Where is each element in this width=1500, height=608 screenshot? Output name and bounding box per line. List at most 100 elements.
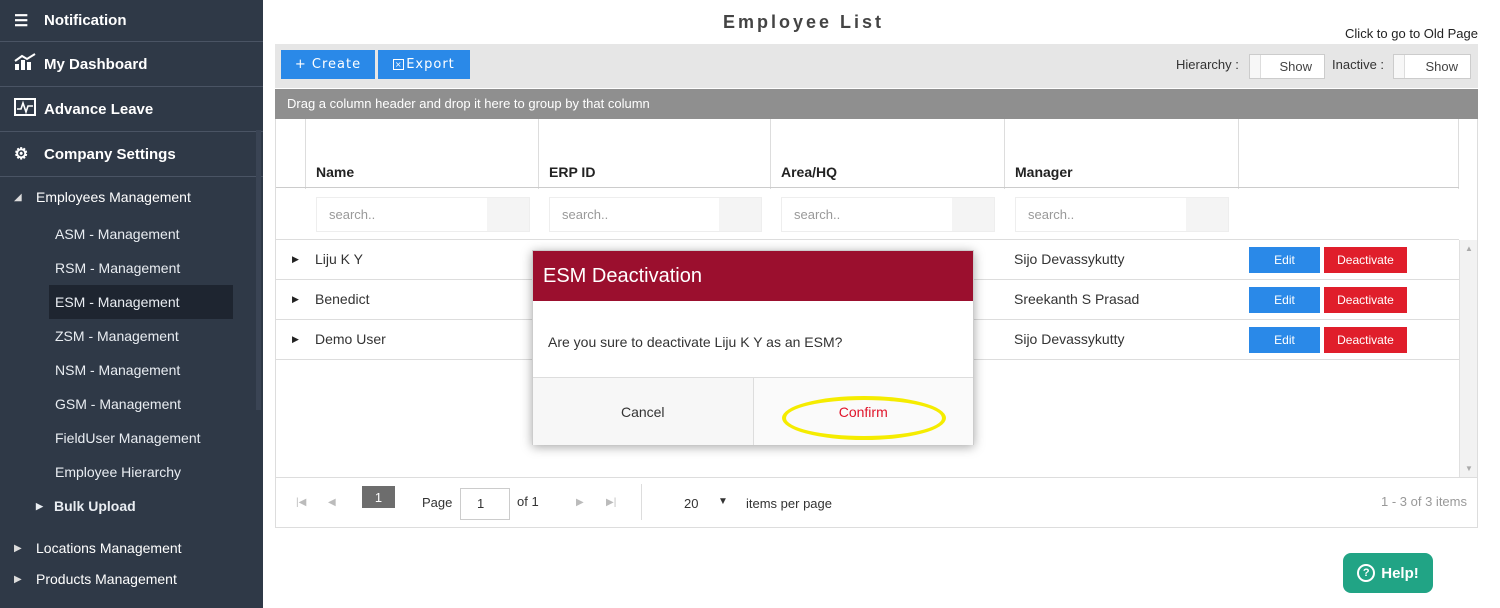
last-page-icon[interactable]: ▶| bbox=[606, 497, 616, 508]
sidebar-item-company-settings[interactable]: ⚙ Company Settings bbox=[0, 132, 263, 177]
sidebar-item-my-dashboard[interactable]: My Dashboard bbox=[0, 42, 263, 87]
sidebar-item-rsm[interactable]: RSM - Management bbox=[0, 251, 263, 285]
next-page-icon[interactable]: ▶ bbox=[576, 497, 584, 508]
grid-scrollbar[interactable]: ▲ ▼ bbox=[1459, 240, 1477, 477]
edit-button[interactable]: Edit bbox=[1249, 327, 1320, 353]
page-size-select[interactable]: 20 bbox=[684, 496, 698, 511]
gears-icon: ⚙ bbox=[14, 146, 29, 163]
hierarchy-toggle[interactable]: Show bbox=[1249, 54, 1325, 79]
column-header-label: Name bbox=[316, 164, 355, 180]
search-area-input[interactable]: search.. bbox=[781, 197, 995, 232]
sidebar-item-label: Notification bbox=[44, 12, 127, 29]
cell-manager: Sijo Devassykutty bbox=[1014, 331, 1125, 347]
page-title: Employee List bbox=[723, 12, 885, 32]
sidebar-item-label: My Dashboard bbox=[44, 55, 148, 73]
toolbar: + Create × Export Hierarchy : Show Inacti… bbox=[275, 44, 1478, 88]
page-of-label: of 1 bbox=[517, 494, 539, 509]
sidebar-scrollbar[interactable] bbox=[256, 130, 261, 410]
sidebar-group-label: Employees Management bbox=[36, 189, 191, 205]
sidebar-item-employee-hierarchy[interactable]: Employee Hierarchy bbox=[0, 455, 263, 489]
help-button[interactable]: ? Help! bbox=[1343, 553, 1433, 593]
cell-name: Demo User bbox=[315, 331, 386, 347]
header-expand-cell bbox=[276, 119, 306, 189]
pager: |◀ ◀ 1 Page 1 of 1 ▶ ▶| 20 ▼ items per p… bbox=[276, 477, 1477, 527]
export-icon: × bbox=[393, 59, 405, 70]
first-page-icon[interactable]: |◀ bbox=[296, 497, 306, 508]
column-header-name[interactable]: Name bbox=[306, 119, 539, 189]
scroll-down-icon[interactable]: ▼ bbox=[1465, 464, 1473, 473]
pager-divider bbox=[641, 484, 642, 520]
highlight-ellipse bbox=[782, 396, 946, 440]
column-header-label: ERP ID bbox=[549, 164, 596, 180]
inactive-label: Inactive : bbox=[1332, 57, 1385, 72]
sidebar-item-esm[interactable]: ESM - Management bbox=[49, 285, 233, 319]
edit-button[interactable]: Edit bbox=[1249, 287, 1320, 313]
chevron-down-icon[interactable]: ▼ bbox=[718, 496, 728, 507]
deactivate-button[interactable]: Deactivate bbox=[1324, 247, 1407, 273]
sidebar-item-advance-leave[interactable]: Advance Leave bbox=[0, 87, 263, 132]
filter-row: search.. search.. search.. search.. bbox=[276, 188, 1459, 240]
current-page-button[interactable]: 1 bbox=[362, 486, 395, 508]
help-label: Help! bbox=[1381, 564, 1419, 582]
group-drop-area[interactable]: Drag a column header and drop it here to… bbox=[275, 89, 1478, 119]
column-header-manager[interactable]: Manager bbox=[1005, 119, 1239, 189]
cell-manager: Sijo Devassykutty bbox=[1014, 251, 1125, 267]
export-label: Export bbox=[406, 57, 455, 72]
column-header-area-hq[interactable]: Area/HQ bbox=[771, 119, 1005, 189]
sidebar-group-employees-management[interactable]: ◢ Employees Management bbox=[0, 177, 263, 217]
expand-row-icon[interactable]: ▶ bbox=[292, 254, 299, 265]
notification-list-icon: ☰ bbox=[14, 12, 29, 30]
pager-info: 1 - 3 of 3 items bbox=[1381, 494, 1467, 509]
expand-row-icon[interactable]: ▶ bbox=[292, 334, 299, 345]
cell-name: Liju K Y bbox=[315, 251, 363, 267]
column-header-label: Manager bbox=[1015, 164, 1073, 180]
column-header-actions bbox=[1239, 119, 1459, 189]
sidebar-item-nsm[interactable]: NSM - Management bbox=[0, 353, 263, 387]
caret-right-icon: ▶ bbox=[14, 573, 22, 585]
sidebar: ☰ Notification My Dashboard Advance Leav… bbox=[0, 0, 263, 608]
sidebar-item-asm[interactable]: ASM - Management bbox=[0, 217, 263, 251]
cell-name: Benedict bbox=[315, 291, 370, 307]
page-number-input[interactable]: 1 bbox=[460, 488, 510, 520]
caret-right-icon: ▶ bbox=[14, 542, 22, 554]
cancel-button[interactable]: Cancel bbox=[533, 378, 754, 445]
column-header-label: Area/HQ bbox=[781, 164, 838, 180]
sidebar-item-notification[interactable]: ☰ Notification bbox=[0, 0, 263, 42]
search-manager-input[interactable]: search.. bbox=[1015, 197, 1229, 232]
deactivate-button[interactable]: Deactivate bbox=[1324, 327, 1407, 353]
page-label: Page bbox=[422, 495, 453, 510]
create-button[interactable]: + Create bbox=[281, 50, 375, 79]
hierarchy-label: Hierarchy : bbox=[1176, 57, 1239, 72]
caret-down-icon: ◢ bbox=[14, 191, 22, 203]
dashboard-chart-icon bbox=[14, 52, 44, 76]
column-header-erp-id[interactable]: ERP ID bbox=[539, 119, 771, 189]
sidebar-item-label: Advance Leave bbox=[44, 100, 154, 118]
cell-manager: Sreekanth S Prasad bbox=[1014, 291, 1140, 307]
export-button[interactable]: × Export bbox=[378, 50, 470, 79]
items-per-page-label: items per page bbox=[746, 496, 832, 511]
inactive-toggle[interactable]: Show bbox=[1393, 54, 1471, 79]
sidebar-group-locations[interactable]: ▶ Locations Management bbox=[0, 523, 263, 567]
leave-pulse-icon bbox=[14, 97, 44, 121]
sidebar-item-fielduser[interactable]: FieldUser Management bbox=[0, 421, 263, 455]
sidebar-item-gsm[interactable]: GSM - Management bbox=[0, 387, 263, 421]
search-name-input[interactable]: search.. bbox=[316, 197, 530, 232]
sidebar-item-label: Bulk Upload bbox=[54, 498, 136, 514]
sidebar-group-label: Locations Management bbox=[36, 540, 182, 556]
modal-message: Are you sure to deactivate Liju K Y as a… bbox=[533, 301, 973, 378]
sidebar-item-bulk-upload[interactable]: ▶ Bulk Upload bbox=[0, 489, 263, 523]
expand-row-icon[interactable]: ▶ bbox=[292, 294, 299, 305]
sidebar-item-zsm[interactable]: ZSM - Management bbox=[0, 319, 263, 353]
sidebar-group-products[interactable]: ▶ Products Management bbox=[0, 567, 263, 591]
sidebar-item-label: Company Settings bbox=[44, 145, 176, 163]
prev-page-icon[interactable]: ◀ bbox=[328, 497, 336, 508]
deactivate-button[interactable]: Deactivate bbox=[1324, 287, 1407, 313]
sidebar-group-label: Products Management bbox=[36, 571, 177, 587]
search-erp-id-input[interactable]: search.. bbox=[549, 197, 762, 232]
scroll-up-icon[interactable]: ▲ bbox=[1465, 244, 1473, 253]
old-page-link[interactable]: Click to go to Old Page bbox=[1345, 26, 1478, 41]
edit-button[interactable]: Edit bbox=[1249, 247, 1320, 273]
modal-title: ESM Deactivation bbox=[533, 251, 973, 301]
help-icon: ? bbox=[1357, 564, 1376, 582]
caret-right-icon: ▶ bbox=[36, 500, 43, 511]
